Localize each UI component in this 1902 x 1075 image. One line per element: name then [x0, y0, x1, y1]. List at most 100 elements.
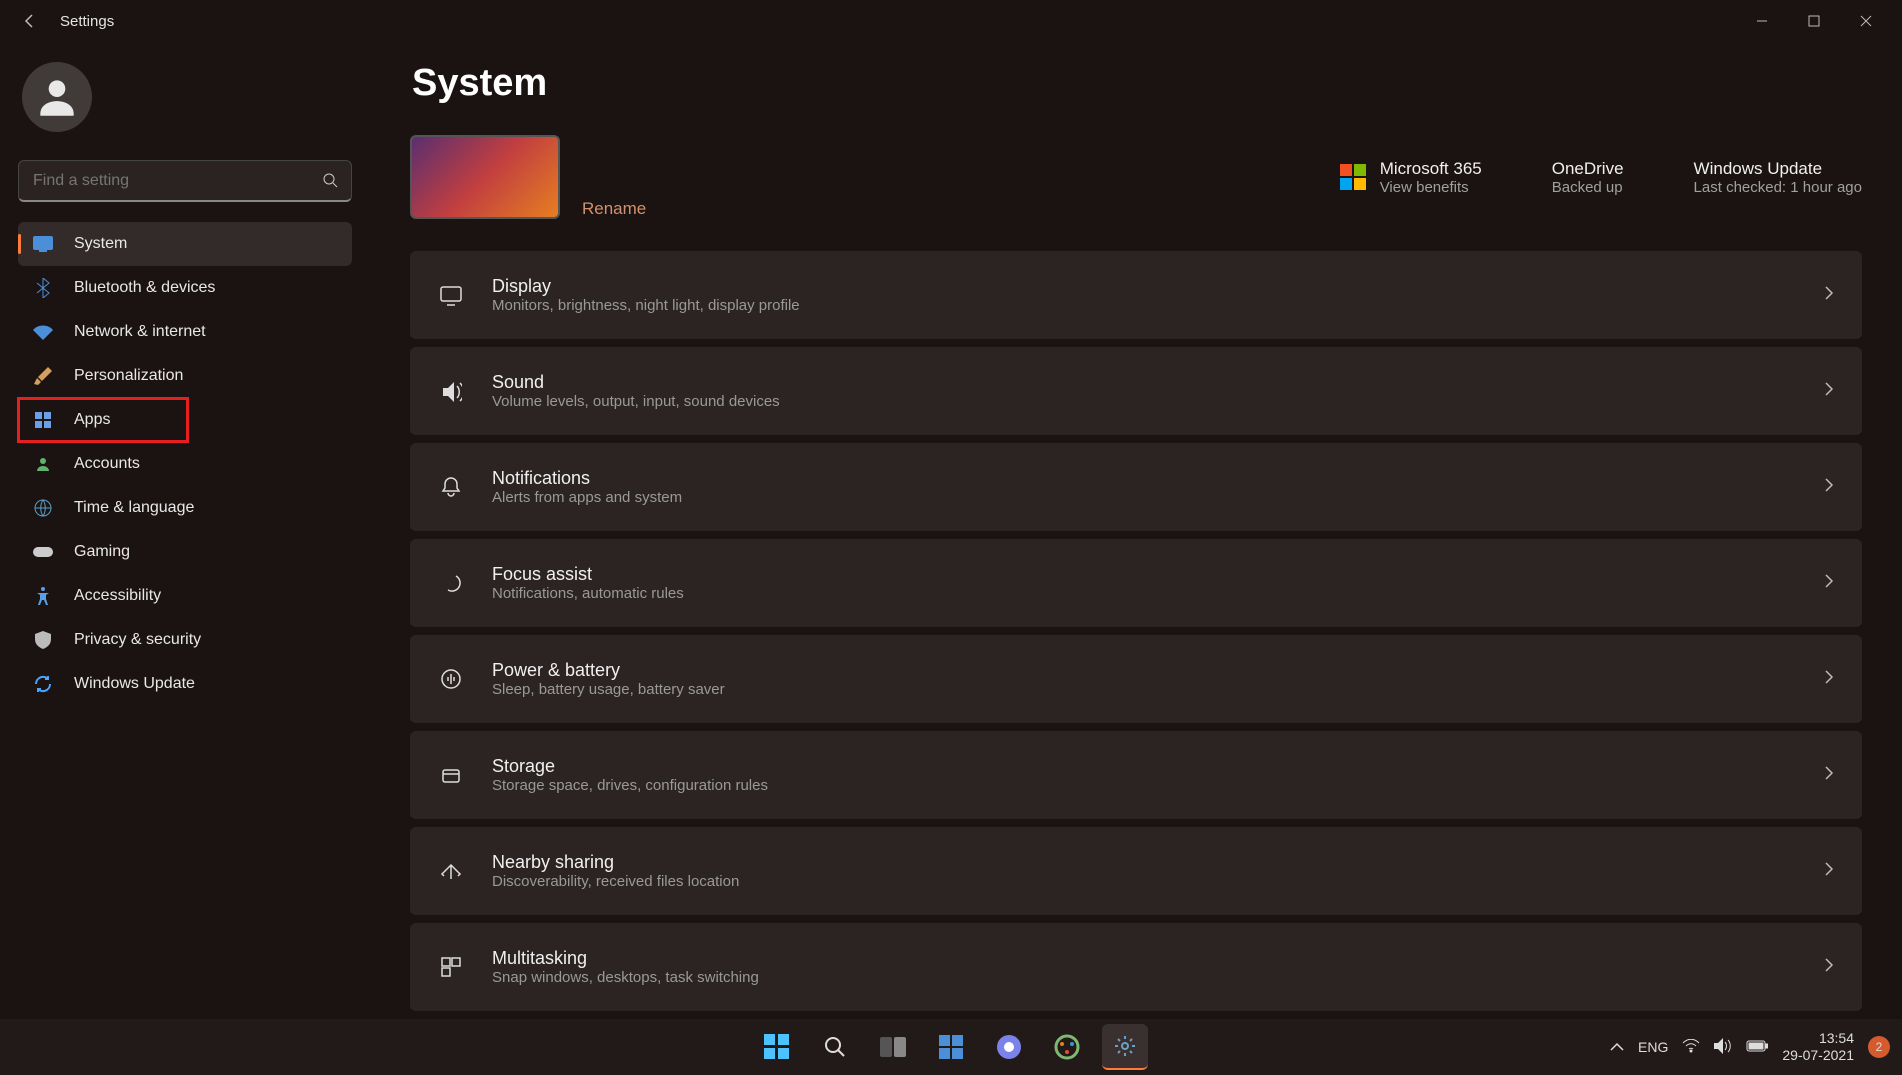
onedrive-block[interactable]: OneDriveBacked up [1552, 159, 1624, 196]
nav-accessibility[interactable]: Accessibility [18, 574, 352, 618]
nav-update[interactable]: Windows Update [18, 662, 352, 706]
teams-icon[interactable] [986, 1024, 1032, 1070]
ms365-block[interactable]: Microsoft 365View benefits [1340, 159, 1482, 196]
setting-sound[interactable]: SoundVolume levels, output, input, sound… [410, 347, 1862, 435]
chevron-right-icon [1824, 861, 1834, 882]
minimize-button[interactable] [1736, 1, 1788, 41]
setting-icon [438, 570, 464, 596]
nav-network[interactable]: Network & internet [18, 310, 352, 354]
nav-label: Network & internet [74, 323, 206, 341]
tray-date: 29-07-2021 [1782, 1047, 1854, 1064]
nav-accounts[interactable]: Accounts [18, 442, 352, 486]
rename-link[interactable]: Rename [582, 199, 646, 219]
nav-label: Bluetooth & devices [74, 279, 215, 297]
onedrive-sub: Backed up [1552, 179, 1624, 196]
task-view-icon[interactable] [870, 1024, 916, 1070]
chevron-right-icon [1824, 285, 1834, 306]
setting-sub: Discoverability, received files location [492, 873, 739, 890]
setting-power-battery[interactable]: Power & batterySleep, battery usage, bat… [410, 635, 1862, 723]
shield-icon [32, 629, 54, 651]
setting-title: Display [492, 276, 800, 297]
user-avatar[interactable] [22, 62, 92, 132]
setting-sub: Storage space, drives, configuration rul… [492, 777, 768, 794]
setting-title: Notifications [492, 468, 682, 489]
nav-label: Personalization [74, 367, 183, 385]
nav-label: Time & language [74, 499, 194, 517]
setting-icon [438, 762, 464, 788]
search-input[interactable] [18, 160, 352, 202]
update-icon [32, 673, 54, 695]
maximize-button[interactable] [1788, 1, 1840, 41]
setting-sub: Volume levels, output, input, sound devi… [492, 393, 780, 410]
globe-icon [32, 497, 54, 519]
widgets-icon[interactable] [928, 1024, 974, 1070]
setting-notifications[interactable]: NotificationsAlerts from apps and system [410, 443, 1862, 531]
nav-time[interactable]: Time & language [18, 486, 352, 530]
setting-storage[interactable]: StorageStorage space, drives, configurat… [410, 731, 1862, 819]
device-thumbnail[interactable] [410, 135, 560, 219]
sidebar: System Bluetooth & devices Network & int… [0, 42, 370, 1019]
system-icon [32, 233, 54, 255]
chevron-right-icon [1824, 477, 1834, 498]
setting-sub: Snap windows, desktops, task switching [492, 969, 759, 986]
volume-icon[interactable] [1714, 1038, 1732, 1057]
nav-label: Accessibility [74, 587, 161, 605]
brush-icon [32, 365, 54, 387]
setting-icon [438, 666, 464, 692]
taskbar: ENG 13:54 29-07-2021 2 [0, 1019, 1902, 1075]
settings-list: DisplayMonitors, brightness, night light… [410, 251, 1862, 1011]
winupdate-title: Windows Update [1694, 159, 1862, 179]
setting-sub: Sleep, battery usage, battery saver [492, 681, 725, 698]
setting-title: Power & battery [492, 660, 725, 681]
setting-sub: Notifications, automatic rules [492, 585, 684, 602]
nav-gaming[interactable]: Gaming [18, 530, 352, 574]
paint-icon[interactable] [1044, 1024, 1090, 1070]
apps-icon [32, 409, 54, 431]
person-icon [32, 453, 54, 475]
start-button[interactable] [754, 1024, 800, 1070]
search-box[interactable] [18, 160, 352, 202]
taskbar-search-icon[interactable] [812, 1024, 858, 1070]
setting-sub: Monitors, brightness, night light, displ… [492, 297, 800, 314]
nav-label: Privacy & security [74, 631, 201, 649]
wifi-icon[interactable] [1682, 1039, 1700, 1056]
chevron-right-icon [1824, 573, 1834, 594]
setting-icon [438, 282, 464, 308]
notification-badge[interactable]: 2 [1868, 1036, 1890, 1058]
onedrive-title: OneDrive [1552, 159, 1624, 179]
setting-multitasking[interactable]: MultitaskingSnap windows, desktops, task… [410, 923, 1862, 1011]
nav-bluetooth[interactable]: Bluetooth & devices [18, 266, 352, 310]
tray-expand-icon[interactable] [1610, 1039, 1624, 1055]
winupdate-block[interactable]: Windows UpdateLast checked: 1 hour ago [1694, 159, 1862, 196]
network-icon [32, 321, 54, 343]
setting-display[interactable]: DisplayMonitors, brightness, night light… [410, 251, 1862, 339]
tray-language[interactable]: ENG [1638, 1039, 1668, 1055]
setting-icon [438, 474, 464, 500]
settings-taskbar-icon[interactable] [1102, 1024, 1148, 1070]
setting-focus-assist[interactable]: Focus assistNotifications, automatic rul… [410, 539, 1862, 627]
nav-personalization[interactable]: Personalization [18, 354, 352, 398]
nav-system[interactable]: System [18, 222, 352, 266]
main-panel: System Rename Microsoft 365View benefits… [370, 42, 1902, 1019]
nav-label: Apps [74, 411, 110, 429]
bluetooth-icon [32, 277, 54, 299]
gamepad-icon [32, 541, 54, 563]
setting-title: Focus assist [492, 564, 684, 585]
winupdate-sub: Last checked: 1 hour ago [1694, 179, 1862, 196]
tray-clock[interactable]: 13:54 29-07-2021 [1782, 1030, 1854, 1064]
setting-icon [438, 954, 464, 980]
close-button[interactable] [1840, 1, 1892, 41]
setting-title: Sound [492, 372, 780, 393]
setting-sub: Alerts from apps and system [492, 489, 682, 506]
page-title: System [412, 62, 1862, 105]
nav-privacy[interactable]: Privacy & security [18, 618, 352, 662]
setting-nearby-sharing[interactable]: Nearby sharingDiscoverability, received … [410, 827, 1862, 915]
chevron-right-icon [1824, 669, 1834, 690]
chevron-right-icon [1824, 765, 1834, 786]
back-button[interactable] [10, 1, 50, 41]
setting-title: Storage [492, 756, 768, 777]
window-title: Settings [60, 13, 114, 30]
nav-label: Gaming [74, 543, 130, 561]
battery-icon[interactable] [1746, 1039, 1768, 1055]
nav-apps[interactable]: Apps [18, 398, 188, 442]
